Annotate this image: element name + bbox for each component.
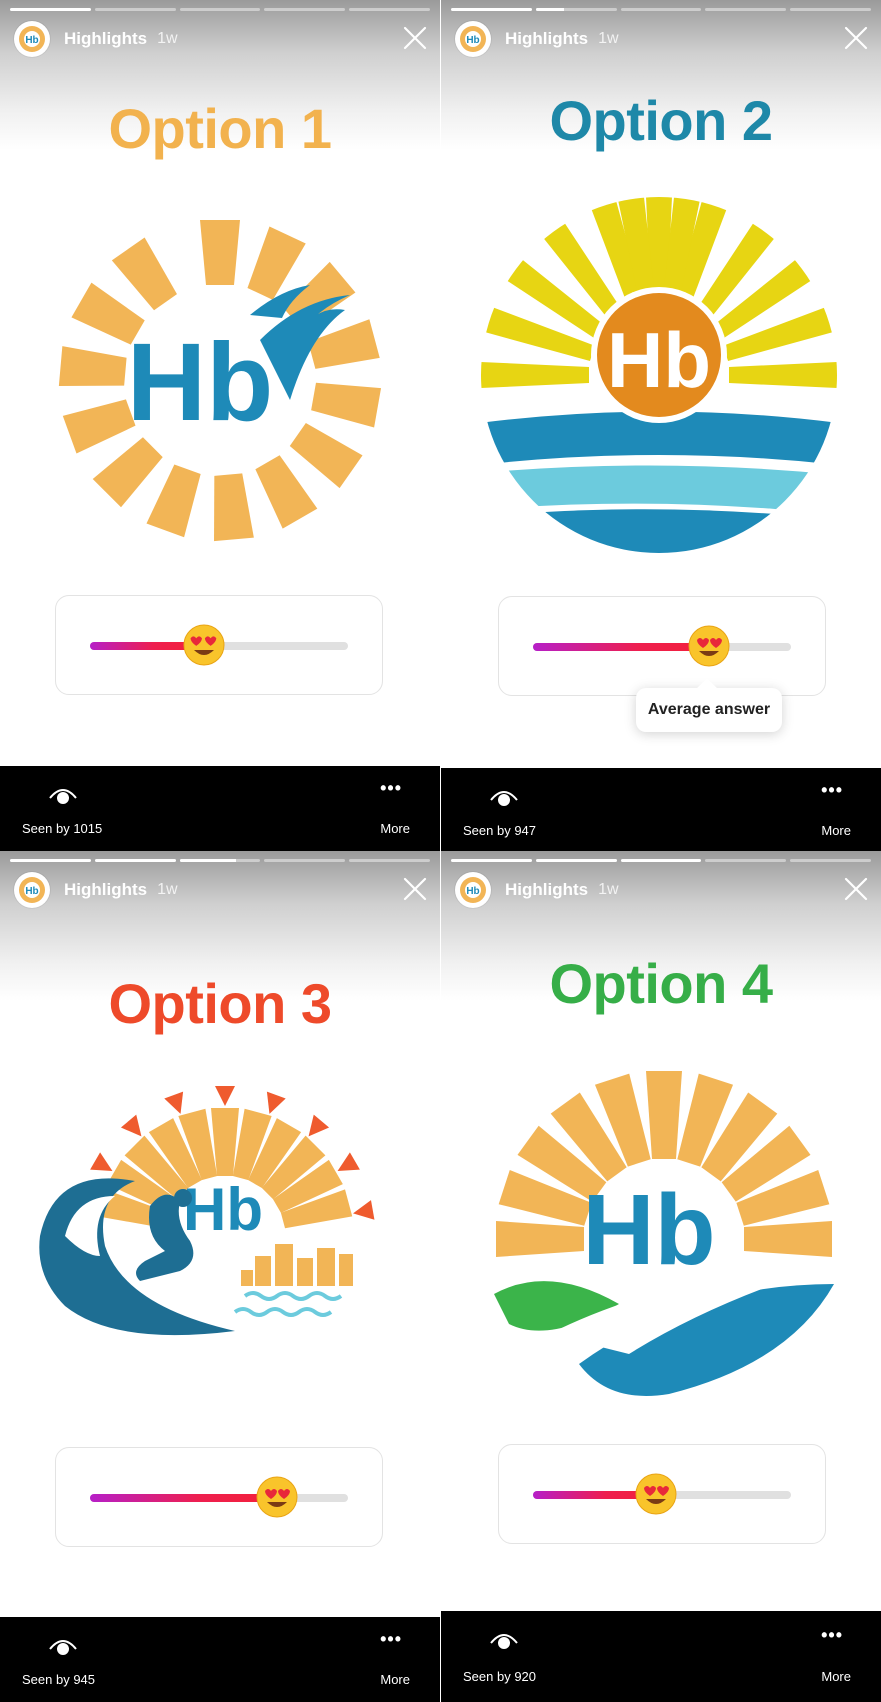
seen-by-count[interactable]: Seen by 1015 xyxy=(22,821,102,836)
avatar[interactable]: Hb xyxy=(14,21,50,57)
svg-text:Hb: Hb xyxy=(25,886,38,897)
story-content: Hb Highlights 1w Option 4 Hb xyxy=(441,851,881,1611)
story-panel-4: Hb Highlights 1w Option 4 Hb Seen by 920… xyxy=(441,851,881,1702)
story-footer: Seen by 945 ••• More xyxy=(0,1617,440,1702)
svg-text:Hb: Hb xyxy=(183,1176,263,1243)
eye-icon[interactable] xyxy=(489,1629,519,1653)
average-answer-tooltip: Average answer xyxy=(636,688,782,732)
sun-wave-logo-icon: Hb xyxy=(494,1071,834,1396)
close-icon[interactable] xyxy=(843,876,869,902)
sun-avatar-icon: Hb xyxy=(19,26,45,52)
story-header: Hb Highlights 1w xyxy=(14,871,178,909)
story-footer: Seen by 920 ••• More xyxy=(441,1611,881,1702)
svg-text:Hb: Hb xyxy=(466,886,479,897)
post-time: 1w xyxy=(598,881,619,898)
more-label[interactable]: More xyxy=(821,823,851,838)
sun-sea-logo-icon: Hb xyxy=(481,197,837,553)
more-label[interactable]: More xyxy=(380,1672,410,1687)
svg-text:Hb: Hb xyxy=(607,316,711,404)
story-content: Hb Highlights 1w Option 1 Hb xyxy=(0,0,440,766)
slider-track[interactable] xyxy=(90,1494,348,1502)
svg-text:Hb: Hb xyxy=(25,35,38,46)
surfer-logo-icon: Hb xyxy=(39,1086,375,1336)
post-time: 1w xyxy=(157,30,178,47)
sun-avatar-icon: Hb xyxy=(19,877,45,903)
avatar[interactable]: Hb xyxy=(14,872,50,908)
sun-bird-logo-icon: Hb xyxy=(58,220,382,542)
sun-avatar-icon: Hb xyxy=(460,26,486,52)
story-progress xyxy=(451,8,871,11)
emoji-slider-card xyxy=(55,595,383,695)
story-progress xyxy=(451,859,871,862)
seen-by-count[interactable]: Seen by 947 xyxy=(463,823,536,838)
svg-text:Hb: Hb xyxy=(127,321,274,444)
heart-eyes-emoji-icon[interactable] xyxy=(183,624,225,666)
post-time: 1w xyxy=(157,881,178,898)
option-title: Option 1 xyxy=(108,97,332,160)
story-panel-2: Hb Highlights 1w Option 2 Hb Average ans… xyxy=(441,0,881,851)
svg-text:Hb: Hb xyxy=(582,1174,715,1286)
story-content: Hb Highlights 1w Option 3 Hb xyxy=(0,851,440,1617)
story-progress xyxy=(10,859,430,862)
story-header: Hb Highlights 1w xyxy=(14,20,178,58)
story-panel-3: Hb Highlights 1w Option 3 Hb Seen by 945… xyxy=(0,851,440,1702)
story-progress xyxy=(10,8,430,11)
heart-eyes-emoji-icon[interactable] xyxy=(635,1473,677,1515)
emoji-slider-card xyxy=(498,1444,826,1544)
more-dots-icon[interactable]: ••• xyxy=(380,778,402,799)
close-icon[interactable] xyxy=(402,25,428,51)
more-label[interactable]: More xyxy=(380,821,410,836)
story-header: Hb Highlights 1w xyxy=(455,871,619,909)
slider-track[interactable] xyxy=(533,643,791,651)
story-footer: Seen by 947 ••• More xyxy=(441,768,881,851)
account-name[interactable]: Highlights xyxy=(64,29,147,49)
avatar[interactable]: Hb xyxy=(455,872,491,908)
more-dots-icon[interactable]: ••• xyxy=(821,1625,843,1646)
close-icon[interactable] xyxy=(402,876,428,902)
heart-eyes-emoji-icon[interactable] xyxy=(688,625,730,667)
avatar[interactable]: Hb xyxy=(455,21,491,57)
emoji-slider-card xyxy=(55,1447,383,1547)
heart-eyes-emoji-icon[interactable] xyxy=(256,1476,298,1518)
account-name[interactable]: Highlights xyxy=(505,29,588,49)
eye-icon[interactable] xyxy=(48,1635,78,1659)
eye-icon[interactable] xyxy=(48,784,78,808)
option-title: Option 4 xyxy=(549,952,773,1015)
story-content: Hb Highlights 1w Option 2 Hb Average ans… xyxy=(441,0,881,766)
account-name[interactable]: Highlights xyxy=(64,880,147,900)
sun-avatar-icon: Hb xyxy=(460,877,486,903)
story-header: Hb Highlights 1w xyxy=(455,20,619,58)
svg-text:Hb: Hb xyxy=(466,35,479,46)
seen-by-count[interactable]: Seen by 920 xyxy=(463,1669,536,1684)
story-panel-1: Hb Highlights 1w Option 1 Hb Seen by 101… xyxy=(0,0,440,851)
option-title: Option 3 xyxy=(108,972,332,1035)
close-icon[interactable] xyxy=(843,25,869,51)
post-time: 1w xyxy=(598,30,619,47)
more-label[interactable]: More xyxy=(821,1669,851,1684)
more-dots-icon[interactable]: ••• xyxy=(821,780,843,801)
eye-icon[interactable] xyxy=(489,786,519,810)
account-name[interactable]: Highlights xyxy=(505,880,588,900)
option-title: Option 2 xyxy=(549,89,773,152)
emoji-slider-card xyxy=(498,596,826,696)
story-footer: Seen by 1015 ••• More xyxy=(0,766,440,851)
more-dots-icon[interactable]: ••• xyxy=(380,1629,402,1650)
seen-by-count[interactable]: Seen by 945 xyxy=(22,1672,95,1687)
